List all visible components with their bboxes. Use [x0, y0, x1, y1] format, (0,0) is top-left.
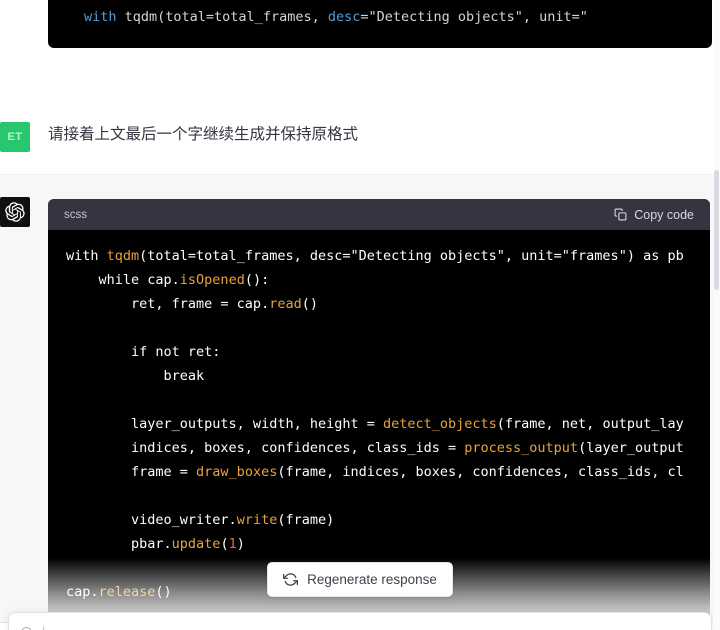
code-text: tqdm(total=total_frames, — [116, 9, 328, 25]
code-line: break — [66, 368, 205, 384]
code-text-tail: ="Detecting objects", unit=" — [360, 9, 588, 25]
user-avatar-initials: ET — [7, 131, 23, 143]
page-scrollbar[interactable] — [713, 0, 720, 630]
user-message-row: ET 请接着上文最后一个字继续生成并保持原格式 — [0, 100, 720, 175]
user-avatar-column: ET — [0, 122, 48, 152]
openai-logo-icon — [5, 202, 25, 222]
code-line: with tqdm(total=total_frames, desc="Dete… — [66, 248, 684, 264]
code-line: layer_outputs, width, height = detect_ob… — [66, 416, 684, 432]
code-block-header: scss Copy code — [48, 199, 710, 230]
assistant-message-row: scss Copy code with tqdm(total=total_fra… — [0, 175, 720, 623]
chatgpt-conversation-window: with tqdm(total=total_frames, desc="Dete… — [0, 0, 720, 630]
assistant-avatar-column — [0, 197, 48, 622]
keyword-with: with — [84, 9, 117, 25]
code-line: indices, boxes, confidences, class_ids =… — [66, 440, 684, 456]
copy-code-button[interactable]: Copy code — [614, 207, 694, 222]
code-line: ret, frame = cap.read() — [66, 296, 318, 312]
code-line: video_writer.write(frame) — [66, 512, 335, 528]
code-line: while cap.isOpened(): — [66, 272, 270, 288]
regenerate-response-label: Regenerate response — [307, 572, 437, 587]
refresh-icon — [283, 573, 299, 586]
regenerate-response-button[interactable]: Regenerate response — [267, 562, 453, 597]
code-line: pbar.update(1) — [66, 536, 245, 552]
code-line: if not ret: — [66, 344, 221, 360]
user-message-inner: ET 请接着上文最后一个字继续生成并保持原格式 — [0, 100, 720, 174]
code-line: frame = draw_boxes(frame, indices, boxes… — [66, 464, 684, 480]
keyword-desc: desc — [327, 9, 361, 25]
previous-code-block-partial: with tqdm(total=total_frames, desc="Dete… — [48, 0, 712, 48]
composer-caret — [43, 625, 44, 630]
regenerate-button-container: Regenerate response — [0, 562, 720, 597]
code-language-label: scss — [64, 208, 87, 221]
composer-icon — [21, 626, 32, 630]
user-message-body: 请接着上文最后一个字继续生成并保持原格式 — [48, 122, 720, 152]
previous-code-line: with tqdm(total=total_frames, desc="Dete… — [66, 6, 588, 28]
assistant-message-inner: scss Copy code with tqdm(total=total_fra… — [0, 175, 720, 622]
copy-code-label: Copy code — [634, 207, 694, 222]
code-block: scss Copy code with tqdm(total=total_fra… — [48, 199, 710, 622]
assistant-avatar — [0, 197, 30, 227]
message-composer[interactable] — [8, 612, 712, 630]
page-scrollbar-thumb[interactable] — [714, 170, 719, 290]
user-avatar: ET — [0, 122, 30, 152]
assistant-message-body: scss Copy code with tqdm(total=total_fra… — [48, 197, 720, 622]
user-message-text: 请接着上文最后一个字继续生成并保持原格式 — [48, 126, 359, 143]
clipboard-icon — [614, 208, 627, 221]
